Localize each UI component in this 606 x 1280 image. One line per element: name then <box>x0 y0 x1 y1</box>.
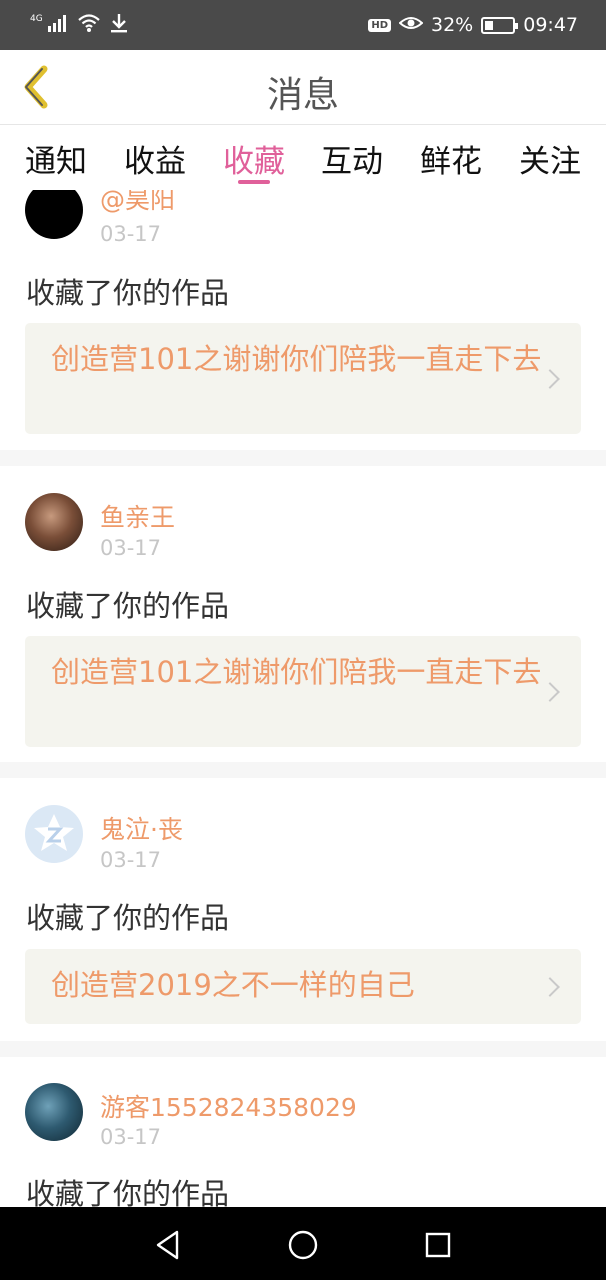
timestamp: 03-17 <box>100 1125 162 1149</box>
work-title: 创造营101之谢谢你们陪我一直走下去 <box>51 342 542 376</box>
list-item: 游客1552824358029 03-17 收藏了你的作品 <box>0 1057 606 1207</box>
username[interactable]: 游客1552824358029 <box>100 1088 357 1124</box>
work-title: 创造营2019之不一样的自己 <box>51 968 415 1002</box>
clock: 09:47 <box>523 14 578 36</box>
network-type: 4G <box>30 14 43 24</box>
work-link[interactable]: 创造营101之谢谢你们陪我一直走下去 <box>25 636 581 747</box>
recents-square-icon <box>425 1232 451 1258</box>
action-text: 收藏了你的作品 <box>26 589 230 623</box>
app-header: 消息 <box>0 50 606 125</box>
tab-notifications[interactable]: 通知 <box>6 136 106 181</box>
list-item: 鱼亲王 03-17 收藏了你的作品 创造营101之谢谢你们陪我一直走下去 <box>0 466 606 762</box>
status-left: 4G <box>30 12 129 38</box>
active-tab-indicator <box>238 180 270 184</box>
action-text: 收藏了你的作品 <box>26 1177 230 1207</box>
status-bar: 4G HD 32% 09:47 <box>0 0 606 50</box>
tab-favorites[interactable]: 收藏 <box>204 136 304 181</box>
tab-bar: 通知 收益 收藏 互动 鲜花 关注 <box>0 126 606 190</box>
nav-back-button[interactable] <box>148 1225 188 1265</box>
username[interactable]: @昊阳 <box>100 190 175 216</box>
username[interactable]: 鱼亲王 <box>100 498 175 534</box>
avatar[interactable] <box>25 190 83 239</box>
list-item: @昊阳 03-17 收藏了你的作品 创造营101之谢谢你们陪我一直走下去 <box>0 190 606 450</box>
system-nav-bar <box>0 1207 606 1280</box>
work-link[interactable]: 创造营101之谢谢你们陪我一直走下去 <box>25 323 581 434</box>
favorites-feed[interactable]: @昊阳 03-17 收藏了你的作品 创造营101之谢谢你们陪我一直走下去 鱼亲王… <box>0 190 606 1207</box>
battery-percent: 32% <box>431 14 474 36</box>
signal-icon <box>47 14 69 36</box>
username[interactable]: 鬼泣·丧 <box>100 810 183 846</box>
list-item: 鬼泣·丧 03-17 收藏了你的作品 创造营2019之不一样的自己 <box>0 778 606 1042</box>
avatar[interactable] <box>25 805 83 863</box>
nav-recents-button[interactable] <box>418 1225 458 1265</box>
timestamp: 03-17 <box>100 222 162 246</box>
home-circle-icon <box>288 1230 318 1260</box>
page-title: 消息 <box>266 75 339 116</box>
avatar[interactable] <box>25 493 83 551</box>
divider <box>0 450 606 466</box>
back-triangle-icon <box>156 1230 179 1260</box>
eye-icon <box>398 14 424 37</box>
tab-earnings[interactable]: 收益 <box>105 136 205 181</box>
default-avatar-icon <box>34 814 74 851</box>
divider <box>0 762 606 778</box>
download-icon <box>109 12 129 38</box>
hd-icon: HD <box>368 18 391 32</box>
tab-flowers[interactable]: 鲜花 <box>401 136 501 181</box>
divider <box>0 1041 606 1057</box>
work-title: 创造营101之谢谢你们陪我一直走下去 <box>51 655 542 689</box>
timestamp: 03-17 <box>100 848 162 872</box>
avatar[interactable] <box>25 1083 83 1141</box>
action-text: 收藏了你的作品 <box>26 901 230 935</box>
battery-icon <box>481 16 519 34</box>
wifi-icon <box>77 13 101 37</box>
nav-home-button[interactable] <box>283 1225 323 1265</box>
action-text: 收藏了你的作品 <box>26 276 230 310</box>
tab-follows[interactable]: 关注 <box>500 136 600 181</box>
timestamp: 03-17 <box>100 536 162 560</box>
status-right: HD 32% 09:47 <box>368 12 578 38</box>
work-link[interactable]: 创造营2019之不一样的自己 <box>25 949 581 1024</box>
tab-interactions[interactable]: 互动 <box>302 136 402 181</box>
